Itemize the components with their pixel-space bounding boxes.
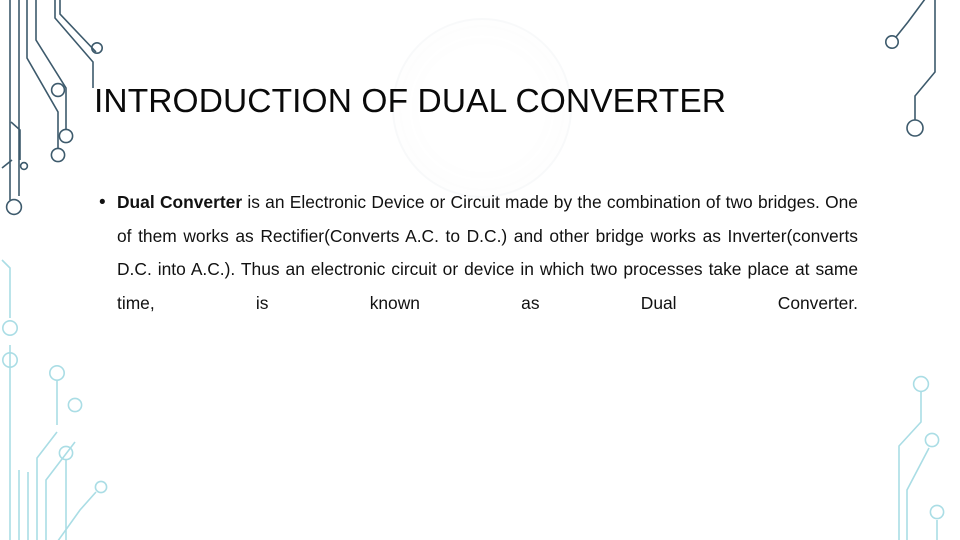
bullet-dot-icon: • xyxy=(99,192,106,213)
bullet-lead-term: Dual Converter xyxy=(117,192,243,212)
slide-body: • Dual Converter is an Electronic Device… xyxy=(96,186,858,354)
bullet-paragraph: Dual Converter is an Electronic Device o… xyxy=(117,186,858,354)
circuit-traces-top-right xyxy=(885,0,936,137)
bullet-list-item: • Dual Converter is an Electronic Device… xyxy=(96,186,858,354)
circuit-traces-bottom-right xyxy=(898,375,945,540)
slide-canvas: INTRODUCTION OF DUAL CONVERTER • Dual Co… xyxy=(0,0,960,540)
slide-title: INTRODUCTION OF DUAL CONVERTER xyxy=(94,83,727,120)
